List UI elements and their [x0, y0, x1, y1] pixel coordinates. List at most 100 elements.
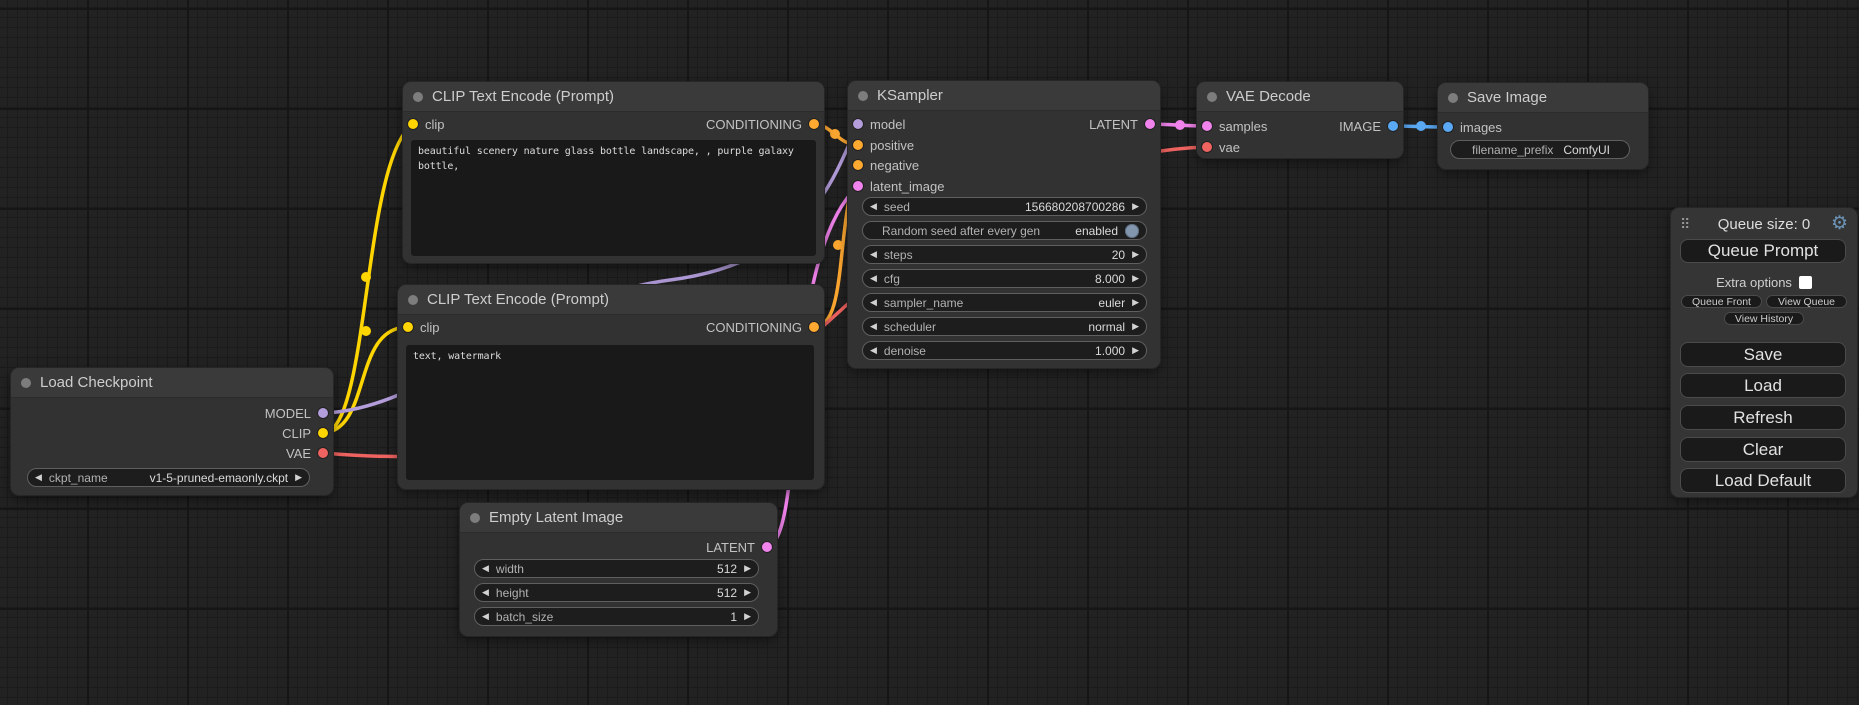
node-vae-decode[interactable]: VAE Decode samples vae IMAGE [1197, 82, 1403, 158]
conditioning-port-icon[interactable] [809, 322, 819, 332]
output-port-image[interactable]: IMAGE [1339, 116, 1398, 136]
prompt-textarea[interactable]: beautiful scenery nature glass bottle la… [411, 140, 816, 256]
sampler-name-widget[interactable]: ◀ sampler_name euler ▶ [862, 293, 1147, 312]
clip-port-icon[interactable] [408, 119, 418, 129]
input-port-latent-image[interactable]: latent_image [853, 176, 944, 196]
collapse-dot-icon[interactable] [470, 513, 480, 523]
decrement-arrow-icon[interactable]: ◀ [870, 274, 877, 283]
clear-button[interactable]: Clear [1680, 437, 1846, 462]
increment-arrow-icon[interactable]: ▶ [1132, 298, 1139, 307]
node-title-bar[interactable]: CLIP Text Encode (Prompt) [398, 285, 824, 315]
input-port-vae[interactable]: vae [1202, 137, 1240, 157]
conditioning-port-icon[interactable] [809, 119, 819, 129]
node-title-bar[interactable]: KSampler [848, 81, 1160, 111]
collapse-dot-icon[interactable] [1207, 92, 1217, 102]
node-graph-canvas[interactable]: Load Checkpoint MODEL CLIP VAE ◀ ckpt_na… [0, 0, 1859, 705]
increment-arrow-icon[interactable]: ▶ [744, 564, 751, 573]
steps-widget[interactable]: ◀ steps 20 ▶ [862, 245, 1147, 264]
vae-port-icon[interactable] [318, 448, 328, 458]
vae-port-icon[interactable] [1202, 142, 1212, 152]
collapse-dot-icon[interactable] [408, 295, 418, 305]
node-title-bar[interactable]: Load Checkpoint [11, 368, 333, 398]
collapse-dot-icon[interactable] [21, 378, 31, 388]
cfg-widget[interactable]: ◀ cfg 8.000 ▶ [862, 269, 1147, 288]
collapse-dot-icon[interactable] [1448, 93, 1458, 103]
queue-prompt-button[interactable]: Queue Prompt [1680, 239, 1846, 263]
decrement-arrow-icon[interactable]: ◀ [870, 346, 877, 355]
input-port-model[interactable]: model [853, 114, 905, 134]
decrement-arrow-icon[interactable]: ◀ [870, 298, 877, 307]
model-port-icon[interactable] [318, 408, 328, 418]
refresh-button[interactable]: Refresh [1680, 405, 1846, 430]
decrement-arrow-icon[interactable]: ◀ [35, 473, 42, 482]
node-title-bar[interactable]: Empty Latent Image [460, 503, 777, 533]
output-port-latent[interactable]: LATENT [706, 537, 772, 557]
input-port-images[interactable]: images [1443, 117, 1502, 137]
decrement-arrow-icon[interactable]: ◀ [482, 612, 489, 621]
decrement-arrow-icon[interactable]: ◀ [870, 250, 877, 259]
node-title-bar[interactable]: Save Image [1438, 83, 1648, 113]
collapse-dot-icon[interactable] [413, 92, 423, 102]
random-seed-toggle-widget[interactable]: Random seed after every gen enabled [862, 221, 1147, 240]
node-title-bar[interactable]: CLIP Text Encode (Prompt) [403, 82, 824, 112]
model-port-icon[interactable] [853, 119, 863, 129]
collapse-dot-icon[interactable] [858, 91, 868, 101]
denoise-widget[interactable]: ◀ denoise 1.000 ▶ [862, 341, 1147, 360]
view-history-button[interactable]: View History [1724, 312, 1804, 325]
node-load-checkpoint[interactable]: Load Checkpoint MODEL CLIP VAE ◀ ckpt_na… [11, 368, 333, 495]
input-port-negative[interactable]: negative [853, 155, 919, 175]
input-port-samples[interactable]: samples [1202, 116, 1267, 136]
clip-port-icon[interactable] [318, 428, 328, 438]
node-empty-latent-image[interactable]: Empty Latent Image LATENT ◀ width 512 ▶ … [460, 503, 777, 636]
output-port-conditioning[interactable]: CONDITIONING [706, 317, 819, 337]
node-ksampler[interactable]: KSampler model positive negative latent_… [848, 81, 1160, 368]
output-port-clip[interactable]: CLIP [282, 423, 328, 443]
decrement-arrow-icon[interactable]: ◀ [482, 564, 489, 573]
node-clip-text-encode-positive[interactable]: CLIP Text Encode (Prompt) clip CONDITION… [403, 82, 824, 263]
width-widget[interactable]: ◀ width 512 ▶ [474, 559, 759, 578]
node-title-bar[interactable]: VAE Decode [1197, 82, 1403, 112]
clip-port-icon[interactable] [403, 322, 413, 332]
prompt-textarea[interactable]: text, watermark [406, 345, 814, 480]
ckpt-name-widget[interactable]: ◀ ckpt_name v1-5-pruned-emaonly.ckpt ▶ [27, 468, 310, 487]
batch-size-widget[interactable]: ◀ batch_size 1 ▶ [474, 607, 759, 626]
extra-options-checkbox[interactable] [1799, 276, 1812, 289]
load-default-button[interactable]: Load Default [1680, 468, 1846, 493]
toggle-knob[interactable] [1125, 224, 1139, 238]
latent-port-icon[interactable] [762, 542, 772, 552]
decrement-arrow-icon[interactable]: ◀ [482, 588, 489, 597]
decrement-arrow-icon[interactable]: ◀ [870, 202, 877, 211]
scheduler-widget[interactable]: ◀ scheduler normal ▶ [862, 317, 1147, 336]
image-port-icon[interactable] [1388, 121, 1398, 131]
conditioning-port-icon[interactable] [853, 160, 863, 170]
increment-arrow-icon[interactable]: ▶ [1132, 250, 1139, 259]
seed-widget[interactable]: ◀ seed 156680208700286 ▶ [862, 197, 1147, 216]
view-queue-button[interactable]: View Queue [1766, 295, 1847, 308]
output-port-vae[interactable]: VAE [286, 443, 328, 463]
load-button[interactable]: Load [1680, 373, 1846, 398]
filename-prefix-widget[interactable]: filename_prefix ComfyUI [1450, 140, 1630, 159]
increment-arrow-icon[interactable]: ▶ [1132, 322, 1139, 331]
increment-arrow-icon[interactable]: ▶ [1132, 202, 1139, 211]
height-widget[interactable]: ◀ height 512 ▶ [474, 583, 759, 602]
input-port-clip[interactable]: clip [408, 114, 445, 134]
node-save-image[interactable]: Save Image images filename_prefix ComfyU… [1438, 83, 1648, 169]
save-button[interactable]: Save [1680, 342, 1846, 367]
increment-arrow-icon[interactable]: ▶ [1132, 346, 1139, 355]
increment-arrow-icon[interactable]: ▶ [744, 612, 751, 621]
decrement-arrow-icon[interactable]: ◀ [870, 322, 877, 331]
input-port-positive[interactable]: positive [853, 135, 914, 155]
increment-arrow-icon[interactable]: ▶ [1132, 274, 1139, 283]
conditioning-port-icon[interactable] [853, 140, 863, 150]
output-port-latent[interactable]: LATENT [1089, 114, 1155, 134]
input-port-clip[interactable]: clip [403, 317, 440, 337]
image-port-icon[interactable] [1443, 122, 1453, 132]
increment-arrow-icon[interactable]: ▶ [744, 588, 751, 597]
latent-port-icon[interactable] [1202, 121, 1212, 131]
output-port-conditioning[interactable]: CONDITIONING [706, 114, 819, 134]
node-clip-text-encode-negative[interactable]: CLIP Text Encode (Prompt) clip CONDITION… [398, 285, 824, 489]
queue-front-button[interactable]: Queue Front [1681, 295, 1762, 308]
latent-port-icon[interactable] [1145, 119, 1155, 129]
latent-port-icon[interactable] [853, 181, 863, 191]
output-port-model[interactable]: MODEL [265, 403, 328, 423]
